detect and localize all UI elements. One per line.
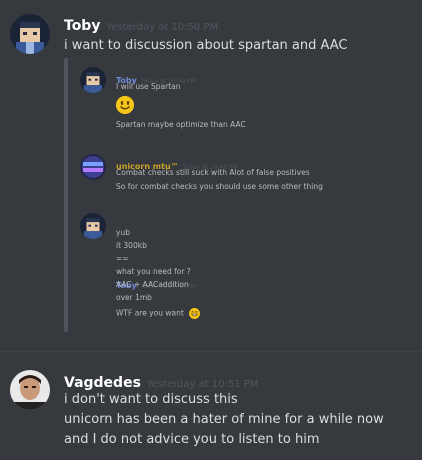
quote-accent-bar — [64, 58, 68, 332]
username[interactable]: Toby — [64, 18, 100, 34]
toby-avatar-icon — [80, 67, 106, 93]
quote-line: I will use Spartan — [116, 82, 181, 91]
toby-avatar[interactable] — [10, 14, 50, 54]
quote-line: WTF are you want — [116, 308, 201, 319]
quote-line: it 300kb — [116, 241, 147, 250]
toby-avatar-icon — [80, 213, 106, 239]
timestamp: Yesterday at 10:51 PM — [146, 379, 259, 390]
vagdedes-avatar[interactable] — [10, 370, 50, 410]
timestamp: Yesterday at 10:50 PM — [106, 22, 219, 33]
quote-line-text: WTF are you want — [116, 308, 184, 318]
toby-avatar-icon — [10, 14, 50, 54]
smiley-emoji-icon — [116, 96, 134, 114]
vagdedes-avatar-icon — [10, 370, 50, 410]
vagdedes-header: Vagdedes Yesterday at 10:51 PM — [64, 372, 259, 391]
message-text: unicorn has been a hater of mine for a w… — [64, 412, 384, 427]
quote-line: Combat checks still suck with Alot of fa… — [116, 168, 310, 177]
grin-emoji-icon — [189, 308, 201, 319]
message-text: and I do not advice you to listen to him — [64, 432, 320, 447]
message-divider — [0, 351, 422, 352]
toby-avatar-small — [80, 67, 106, 93]
quote-line: AAC + AACaddition — [116, 280, 189, 289]
quote-line: Spartan maybe optimize than AAC — [116, 120, 246, 129]
toby-avatar-small — [80, 213, 106, 239]
username[interactable]: Vagdedes — [64, 375, 141, 391]
quote-line: what you need for ? — [116, 267, 191, 276]
quoted-conversation-image[interactable]: Toby Today at 10:39 PM I will use Spartan… — [64, 58, 414, 332]
unicorn-avatar — [80, 154, 106, 180]
message-text: i don't want to discuss this — [64, 392, 238, 407]
toby-header: Toby Yesterday at 10:50 PM — [64, 15, 218, 34]
message-text: i want to discussion about spartan and A… — [64, 38, 348, 53]
quote-line: yub — [116, 228, 130, 237]
quote-line: == — [116, 254, 129, 263]
quote-line: So for combat checks you should use some… — [116, 182, 323, 191]
quote-line: over 1mb — [116, 293, 152, 302]
unicorn-leaks-logo-icon — [80, 154, 106, 180]
